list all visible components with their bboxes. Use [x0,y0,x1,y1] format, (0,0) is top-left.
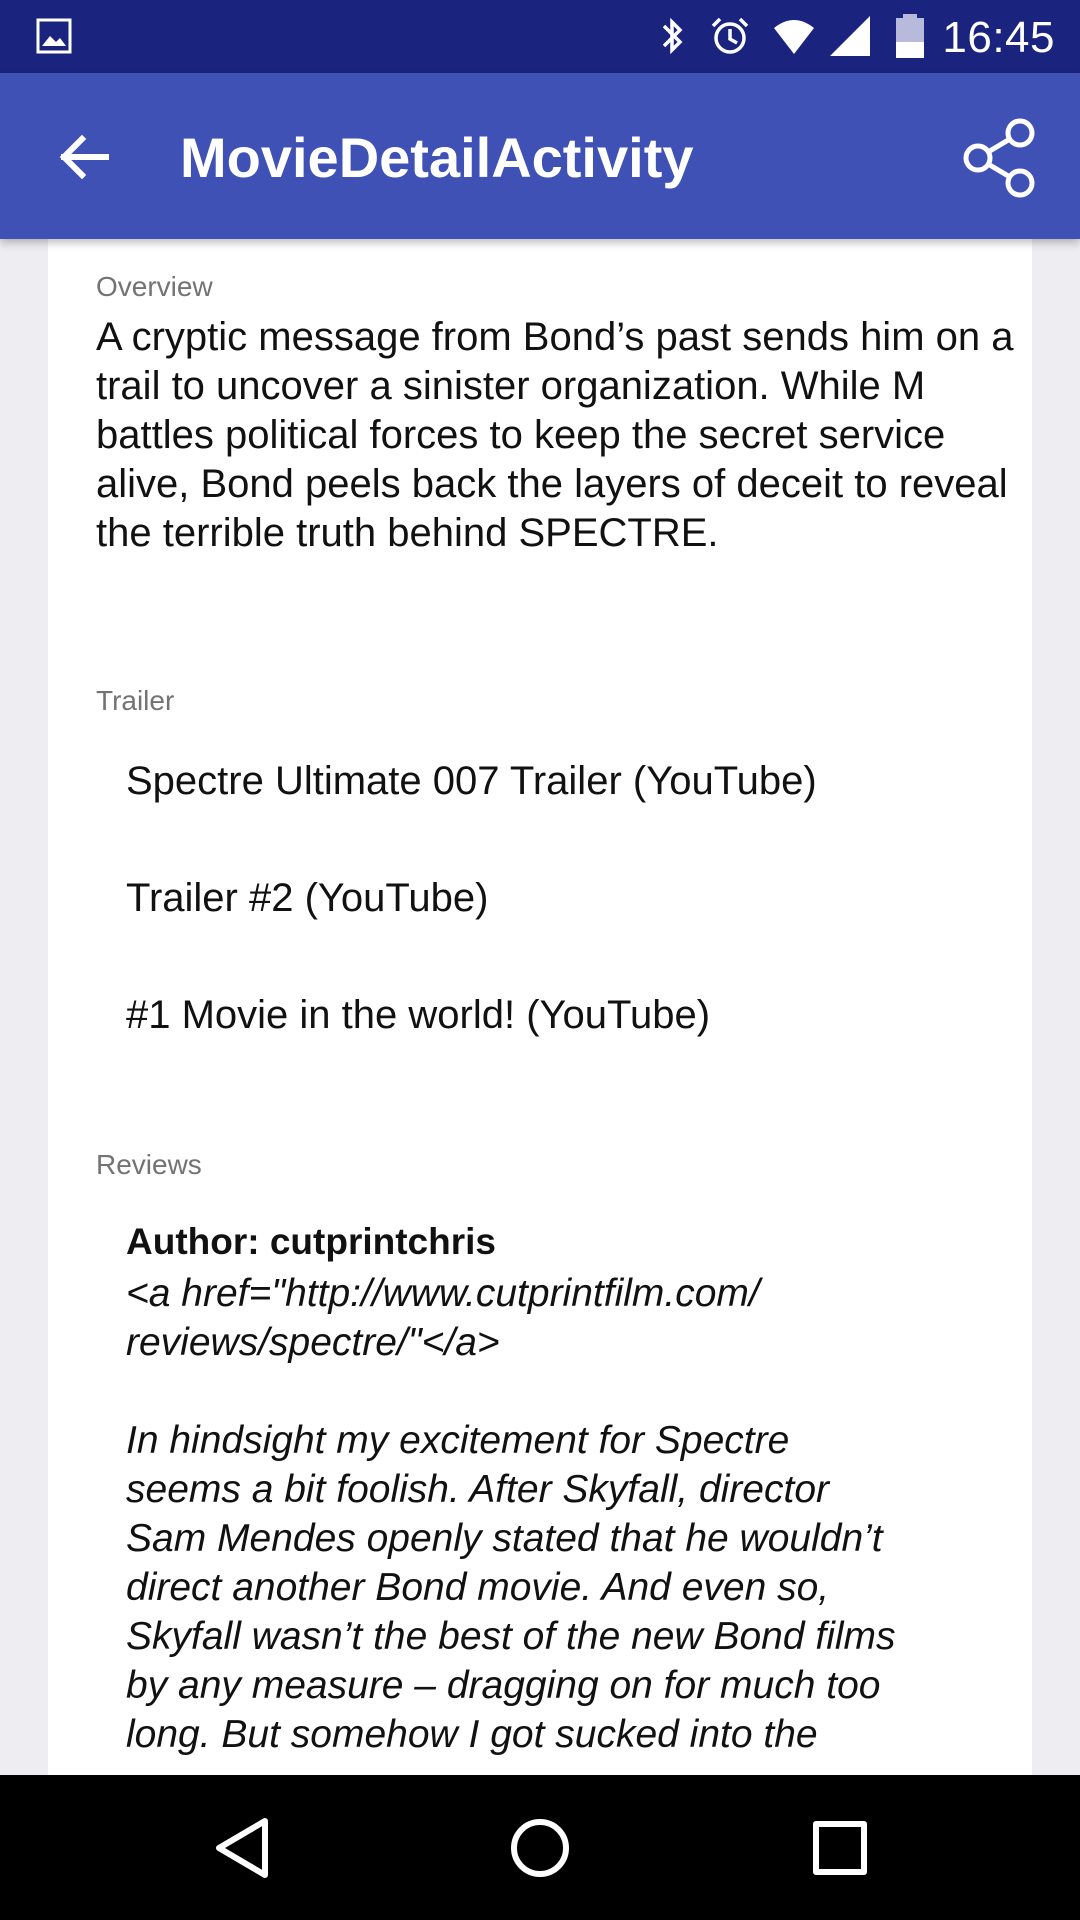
status-bar: 16:45 [0,0,1080,73]
trailer-item[interactable]: #1 Movie in the world! (YouTube) [126,993,710,1038]
review-text: <a href="http://www.cutprintfilm.com/ re… [126,1272,896,1756]
app-bar: MovieDetailActivity [0,73,1080,239]
navigation-bar [0,1775,1080,1920]
movie-detail-card: Overview A cryptic message from Bond’s p… [48,239,1032,1775]
home-circle-icon[interactable] [503,1811,577,1885]
bluetooth-icon [662,17,683,55]
trailer-item[interactable]: Spectre Ultimate 007 Trailer (YouTube) [126,759,817,804]
reviews-label: Reviews [96,1149,202,1180]
gallery-icon [36,18,72,54]
wifi-icon [774,20,814,54]
status-time: 16:45 [942,13,1055,62]
trailer-label: Trailer [96,685,175,716]
review-author: Author: cutprintchris [126,1221,496,1262]
cell-signal-icon [830,16,870,56]
alarm-icon [711,17,749,54]
overview-text: A cryptic message from Bond’s past sends… [96,315,1014,555]
arrow-back-icon[interactable] [52,125,116,189]
recents-square-icon[interactable] [803,1811,877,1885]
battery-icon [896,14,924,58]
overview-label: Overview [96,271,213,302]
review-item: Author: cutprintchris <a href="http://ww… [126,1219,986,1759]
page-title: MovieDetailActivity [180,126,694,189]
back-triangle-icon[interactable] [205,1811,279,1885]
trailer-item[interactable]: Trailer #2 (YouTube) [126,876,488,921]
share-icon[interactable] [956,115,1042,201]
